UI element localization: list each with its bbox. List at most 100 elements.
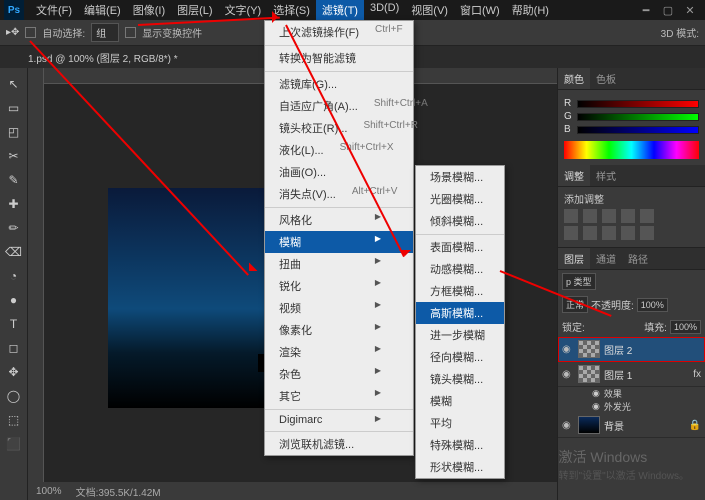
menu-1[interactable]: 编辑(E) <box>78 0 127 21</box>
menu-8[interactable]: 视图(V) <box>405 0 454 21</box>
tool-10[interactable]: T <box>3 313 25 335</box>
visibility-toggle[interactable]: ◉ <box>562 420 574 431</box>
tool-14[interactable]: ⬚ <box>3 409 25 431</box>
show-transform-checkbox[interactable] <box>125 27 136 38</box>
tab-styles[interactable]: 样式 <box>590 165 622 186</box>
visibility-toggle[interactable]: ◉ <box>562 344 574 355</box>
blur-menu-item[interactable]: 表面模糊... <box>416 234 504 258</box>
tab-paths[interactable]: 路径 <box>622 248 654 269</box>
adjust-icon[interactable] <box>621 209 635 223</box>
tool-11[interactable]: ◻ <box>3 337 25 359</box>
tool-3[interactable]: ✂ <box>3 145 25 167</box>
filter-menu-item[interactable]: 消失点(V)...Alt+Ctrl+V <box>265 183 413 205</box>
tool-2[interactable]: ◰ <box>3 121 25 143</box>
layer-name[interactable]: 图层 2 <box>604 342 701 357</box>
blur-menu-item[interactable]: 光圈模糊... <box>416 188 504 210</box>
tab-color[interactable]: 颜色 <box>558 68 590 89</box>
blur-submenu: 场景模糊...光圈模糊...倾斜模糊...表面模糊...动感模糊...方框模糊.… <box>415 165 505 479</box>
adjust-icon[interactable] <box>564 209 578 223</box>
blur-menu-item[interactable]: 场景模糊... <box>416 166 504 188</box>
layer-kind-filter[interactable]: p 类型 <box>562 273 596 290</box>
annotation-arrowhead <box>399 250 411 262</box>
adjust-icon[interactable] <box>583 209 597 223</box>
restore-button[interactable]: ▢ <box>657 4 679 17</box>
blur-menu-item[interactable]: 高斯模糊... <box>416 302 504 324</box>
blur-menu-item[interactable]: 进一步模糊 <box>416 324 504 346</box>
tab-adjust[interactable]: 调整 <box>558 165 590 186</box>
tab-swatches[interactable]: 色板 <box>590 68 622 89</box>
filter-menu-item[interactable]: 扭曲 <box>265 253 413 275</box>
layer-row[interactable]: ◉ 背景 🔒 <box>558 413 705 438</box>
blur-menu-item[interactable]: 动感模糊... <box>416 258 504 280</box>
filter-menu-item[interactable]: 视频 <box>265 297 413 319</box>
blur-menu-item[interactable]: 方框模糊... <box>416 280 504 302</box>
tool-1[interactable]: ▭ <box>3 97 25 119</box>
adjust-icon[interactable] <box>621 226 635 240</box>
slider-b[interactable] <box>577 126 699 134</box>
blur-menu-item[interactable]: 特殊模糊... <box>416 434 504 456</box>
tool-9[interactable]: ● <box>3 289 25 311</box>
fill-value[interactable]: 100% <box>670 320 701 334</box>
menu-0[interactable]: 文件(F) <box>30 0 78 21</box>
fx-item[interactable]: ◉ 外发光 <box>558 400 705 413</box>
visibility-toggle[interactable]: ◉ <box>562 369 574 380</box>
tool-13[interactable]: ◯ <box>3 385 25 407</box>
filter-menu-item[interactable]: 锐化 <box>265 275 413 297</box>
filter-menu-item[interactable]: 自适应广角(A)...Shift+Ctrl+A <box>265 95 413 117</box>
auto-select-dropdown[interactable]: 组 <box>91 23 119 42</box>
blur-menu-item[interactable]: 径向模糊... <box>416 346 504 368</box>
close-button[interactable]: ✕ <box>679 4 701 17</box>
menu-9[interactable]: 窗口(W) <box>454 0 506 21</box>
filter-menu-item[interactable]: 滤镜库(G)... <box>265 71 413 95</box>
filter-menu-item[interactable]: 渲染 <box>265 341 413 363</box>
menu-2[interactable]: 图像(I) <box>127 0 171 21</box>
menubar: 文件(F)编辑(E)图像(I)图层(L)文字(Y)选择(S)滤镜(T)3D(D)… <box>30 0 555 21</box>
tool-15[interactable]: ⬛ <box>3 433 25 455</box>
layer-name[interactable]: 图层 1 <box>604 367 689 382</box>
tool-7[interactable]: ⌫ <box>3 241 25 263</box>
blur-menu-item[interactable]: 平均 <box>416 412 504 434</box>
adjust-icon[interactable] <box>602 209 616 223</box>
layer-row[interactable]: ◉ 图层 2 <box>558 337 705 362</box>
filter-menu-item[interactable]: 风格化 <box>265 207 413 231</box>
slider-r[interactable] <box>577 100 699 108</box>
filter-menu-item[interactable]: 杂色 <box>265 363 413 385</box>
menu-10[interactable]: 帮助(H) <box>506 0 555 21</box>
color-spectrum[interactable] <box>564 141 699 159</box>
zoom-level[interactable]: 100% <box>36 486 62 497</box>
blur-menu-item[interactable]: 镜头模糊... <box>416 368 504 390</box>
tool-0[interactable]: ↖ <box>3 73 25 95</box>
tab-channels[interactable]: 通道 <box>590 248 622 269</box>
tool-5[interactable]: ✚ <box>3 193 25 215</box>
blur-menu-item[interactable]: 倾斜模糊... <box>416 210 504 232</box>
menu-6[interactable]: 滤镜(T) <box>316 0 364 21</box>
auto-select-checkbox[interactable] <box>25 27 36 38</box>
filter-menu-item[interactable]: 液化(L)...Shift+Ctrl+X <box>265 139 413 161</box>
opacity-value[interactable]: 100% <box>637 298 668 312</box>
adjust-icon[interactable] <box>640 226 654 240</box>
tab-layers[interactable]: 图层 <box>558 248 590 269</box>
blur-menu-item[interactable]: 模糊 <box>416 390 504 412</box>
filter-menu-item[interactable]: 油画(O)... <box>265 161 413 183</box>
filter-menu-item[interactable]: 像素化 <box>265 319 413 341</box>
adjust-icon[interactable] <box>564 226 578 240</box>
tool-12[interactable]: ✥ <box>3 361 25 383</box>
adjust-icon[interactable] <box>640 209 654 223</box>
adjust-icon[interactable] <box>583 226 597 240</box>
filter-menu-item[interactable]: 其它 <box>265 385 413 407</box>
filter-menu-item[interactable]: Digimarc <box>265 409 413 429</box>
filter-menu-item[interactable]: 转换为智能滤镜 <box>265 45 413 69</box>
menu-7[interactable]: 3D(D) <box>364 0 405 21</box>
minimize-button[interactable]: ━ <box>635 4 657 17</box>
filter-menu-item[interactable]: 浏览联机滤镜... <box>265 431 413 455</box>
blur-menu-item[interactable]: 形状模糊... <box>416 456 504 478</box>
menu-3[interactable]: 图层(L) <box>171 0 218 21</box>
tool-6[interactable]: ✏ <box>3 217 25 239</box>
tool-4[interactable]: ✎ <box>3 169 25 191</box>
adjust-icon[interactable] <box>602 226 616 240</box>
slider-g[interactable] <box>577 113 699 121</box>
layer-name[interactable]: 背景 <box>604 418 685 433</box>
channel-r-label: R <box>564 98 574 109</box>
tool-8[interactable]: ◔ <box>3 265 25 287</box>
layer-row[interactable]: ◉ 图层 1 fx <box>558 362 705 387</box>
